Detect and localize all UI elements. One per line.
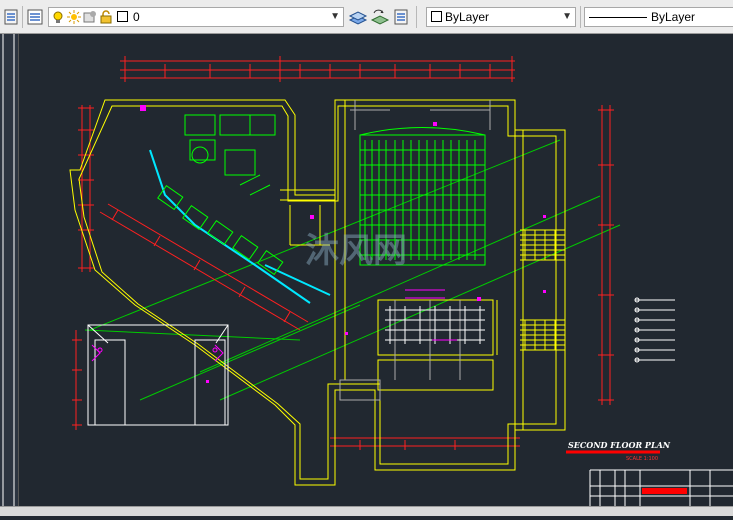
color-dropdown[interactable]: ByLayer ▼ [426, 7, 576, 27]
layer-color-swatch-icon [117, 11, 128, 22]
viewport-freeze-icon [83, 11, 96, 23]
sun-icon [67, 10, 81, 24]
lower-left-annex [87, 324, 229, 426]
watermark: 沐风网 [305, 231, 407, 271]
top-dimension-lines [120, 56, 515, 82]
right-dimension-lines [598, 105, 614, 405]
left-palette-strip[interactable] [0, 34, 19, 515]
exterior-walls [69, 99, 566, 486]
unlock-icon [100, 10, 112, 24]
drawing-scale: SCALE 1:100 [626, 456, 658, 462]
layer-previous-icon[interactable] [370, 8, 390, 26]
magenta-labels [405, 289, 457, 341]
make-object-layer-current-icon[interactable] [348, 8, 368, 26]
bottom-dimension-lines [330, 434, 520, 460]
drawing-title: SECOND FLOOR PLAN [568, 440, 671, 450]
curtain-wall [149, 149, 331, 304]
properties-toolbar: 0 ▼ ByLayer ▼ ByLayer [0, 0, 733, 34]
color-value: ByLayer [445, 10, 490, 24]
stage-stairs [520, 229, 565, 351]
layer-state-icon[interactable] [26, 8, 46, 26]
drawing-canvas[interactable]: 沐风网 SECOND FLOOR PLAN SCALE 1:100 [18, 34, 733, 515]
linetype-value: ByLayer [651, 10, 696, 24]
layer-manager-icon[interactable] [4, 8, 20, 26]
palette-strip-edges [2, 34, 15, 515]
library-tables [157, 114, 284, 276]
chevron-down-icon[interactable]: ▼ [562, 8, 572, 26]
title-block-red-bar [642, 488, 687, 494]
layer-tools-icon[interactable] [394, 8, 410, 26]
lightbulb-icon [53, 11, 63, 23]
layer-dropdown[interactable]: 0 ▼ [48, 7, 344, 27]
legend [634, 297, 675, 363]
linetype-dropdown[interactable]: ByLayer [584, 7, 733, 27]
layer-name: 0 [133, 10, 140, 24]
linetype-preview-icon [589, 17, 647, 18]
classroom-desks [385, 306, 485, 344]
color-swatch-icon [431, 11, 442, 22]
chevron-down-icon[interactable]: ▼ [330, 8, 340, 26]
